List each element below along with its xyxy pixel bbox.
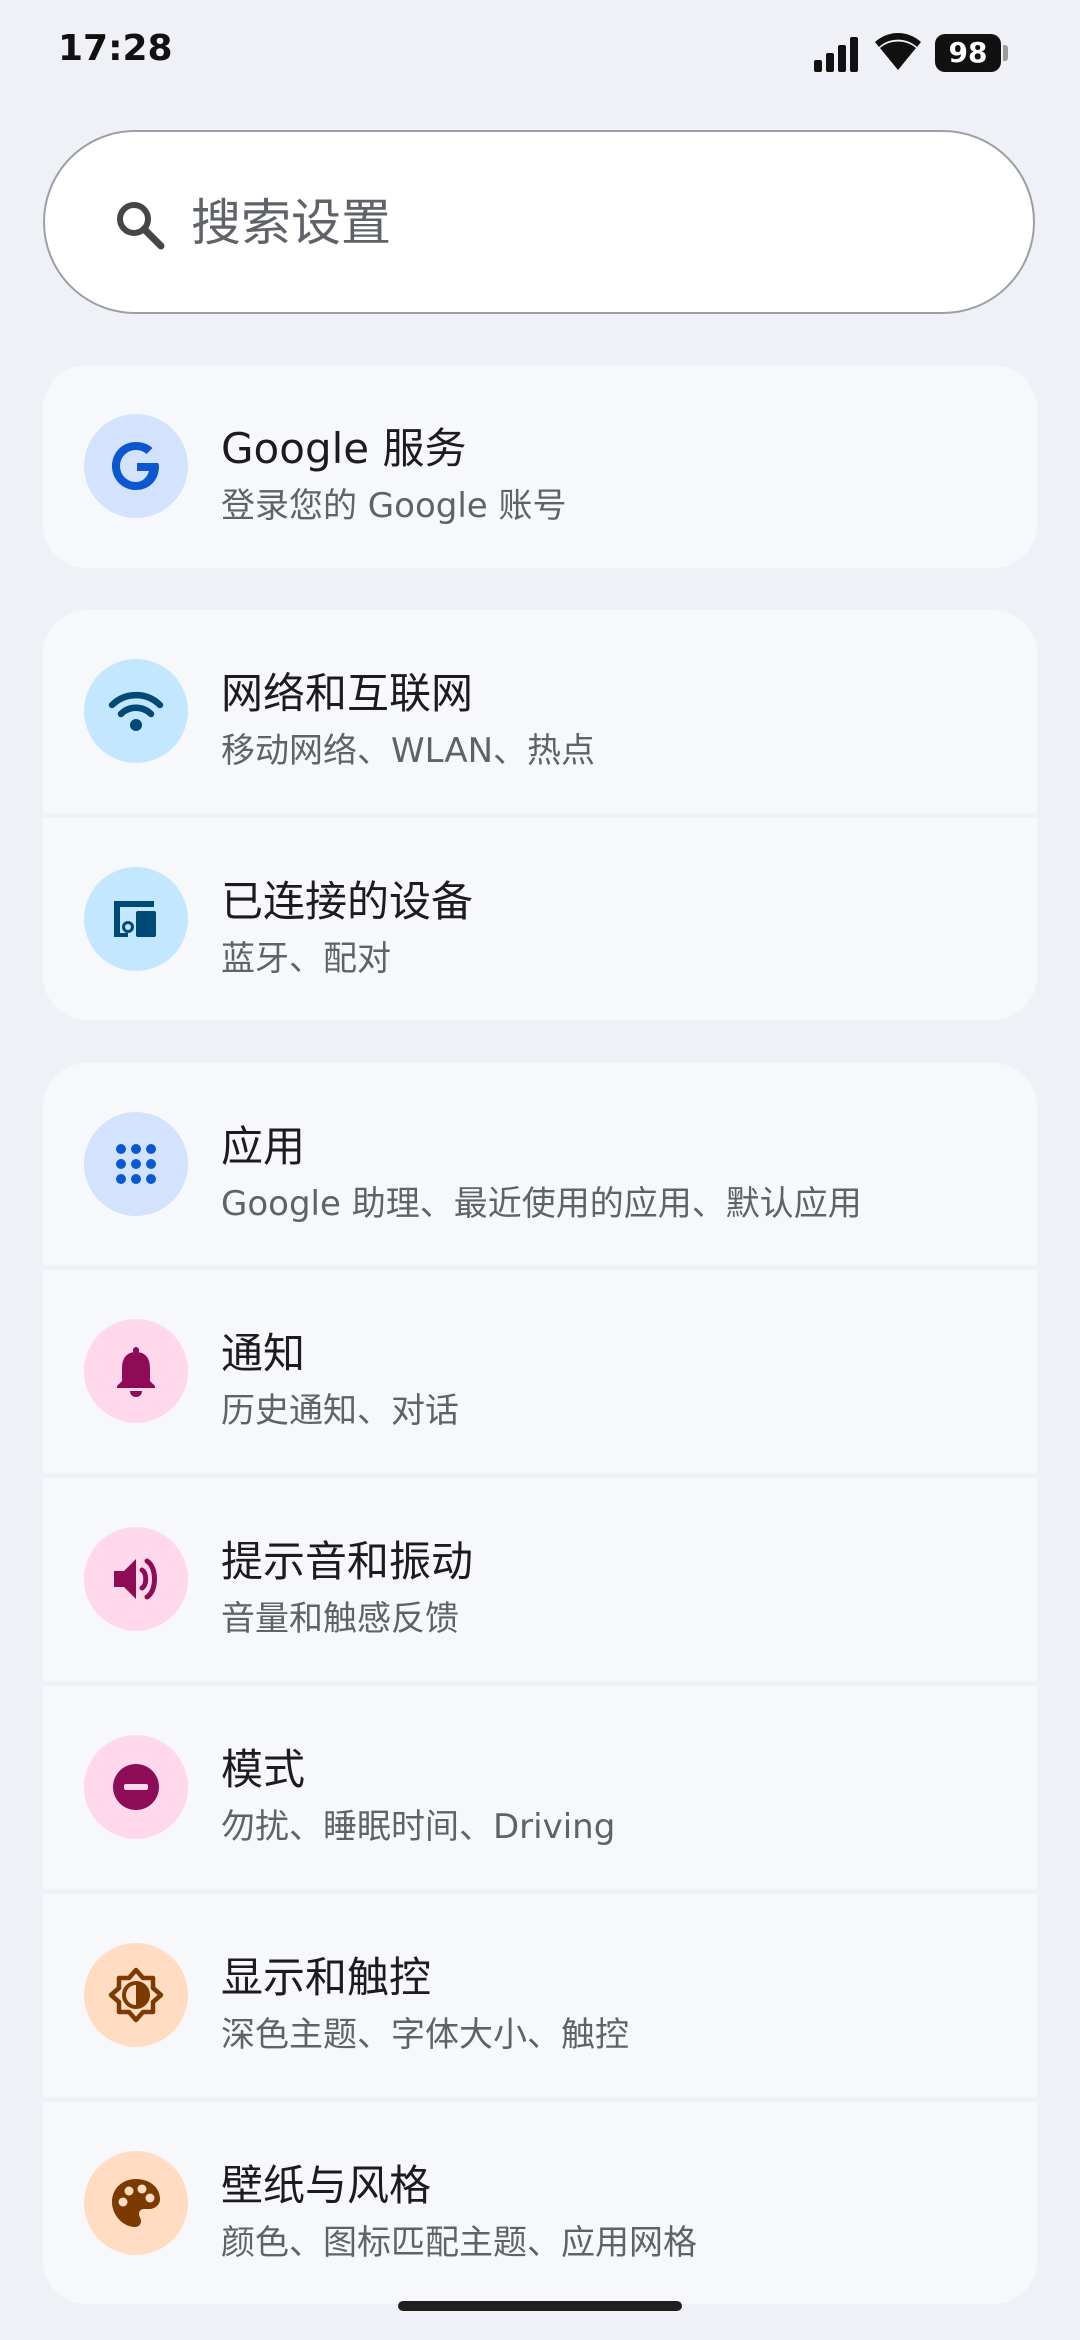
notifications-subtitle: 历史通知、对话 bbox=[221, 1391, 459, 1431]
apps-title: 应用 bbox=[221, 1122, 306, 1171]
devices-icon-circle bbox=[84, 867, 188, 971]
connected-devices-subtitle: 蓝牙、配对 bbox=[221, 939, 391, 979]
brightness-icon bbox=[108, 1967, 164, 2023]
volume-icon bbox=[114, 1558, 157, 1600]
settings-item-sound[interactable]: 提示音和振动 音量和触感反馈 bbox=[43, 1478, 1037, 1681]
wallpaper-title: 壁纸与风格 bbox=[221, 2161, 432, 2210]
apps-grid-icon bbox=[116, 1144, 156, 1184]
network-icon-circle bbox=[84, 659, 188, 763]
settings-item-connected-devices[interactable]: 已连接的设备 蓝牙、配对 bbox=[43, 818, 1037, 1020]
google-icon-circle bbox=[84, 414, 188, 518]
google-subtitle: 登录您的 Google 账号 bbox=[221, 486, 567, 526]
display-title: 显示和触控 bbox=[221, 1953, 432, 2002]
signal-icon bbox=[814, 37, 858, 72]
notifications-icon-circle bbox=[84, 1319, 188, 1423]
battery-cap bbox=[1003, 45, 1008, 61]
wifi-icon bbox=[108, 691, 164, 731]
modes-icon-circle bbox=[84, 1735, 188, 1839]
connectivity-group: 网络和互联网 移动网络、WLAN、热点 已连接的设备 蓝牙、配对 bbox=[43, 610, 1037, 1020]
gesture-nav-handle[interactable] bbox=[398, 2301, 682, 2311]
settings-item-wallpaper[interactable]: 壁纸与风格 颜色、图标匹配主题、应用网格 bbox=[43, 2102, 1037, 2304]
devices-icon bbox=[114, 901, 156, 937]
wallpaper-subtitle: 颜色、图标匹配主题、应用网格 bbox=[221, 2223, 697, 2263]
wifi-status-icon bbox=[875, 33, 921, 70]
battery-indicator: 98 bbox=[935, 34, 1001, 72]
device-settings-group: 应用 Google 助理、最近使用的应用、默认应用 通知 历史通知、对话 提示音… bbox=[43, 1063, 1037, 2304]
google-group: Google 服务 登录您的 Google 账号 bbox=[43, 365, 1037, 573]
settings-item-network[interactable]: 网络和互联网 移动网络、WLAN、热点 bbox=[43, 610, 1037, 813]
notifications-title: 通知 bbox=[221, 1329, 306, 1378]
sound-icon-circle bbox=[84, 1527, 188, 1631]
settings-item-apps[interactable]: 应用 Google 助理、最近使用的应用、默认应用 bbox=[43, 1063, 1037, 1265]
settings-item-google[interactable]: Google 服务 登录您的 Google 账号 bbox=[43, 365, 1037, 568]
connected-devices-title: 已连接的设备 bbox=[221, 877, 474, 926]
search-icon bbox=[117, 202, 165, 250]
status-time: 17:28 bbox=[58, 28, 173, 69]
google-title: Google 服务 bbox=[221, 424, 467, 473]
palette-icon bbox=[112, 2179, 160, 2227]
sound-subtitle: 音量和触感反馈 bbox=[221, 1599, 459, 1639]
wallpaper-icon-circle bbox=[84, 2151, 188, 2255]
display-icon-circle bbox=[84, 1943, 188, 2047]
settings-item-notifications[interactable]: 通知 历史通知、对话 bbox=[43, 1270, 1037, 1473]
apps-icon-circle bbox=[84, 1112, 188, 1216]
modes-title: 模式 bbox=[221, 1745, 306, 1794]
network-subtitle: 移动网络、WLAN、热点 bbox=[221, 731, 596, 771]
network-title: 网络和互联网 bbox=[221, 669, 474, 718]
apps-subtitle: Google 助理、最近使用的应用、默认应用 bbox=[221, 1184, 862, 1224]
google-g-icon bbox=[112, 442, 159, 490]
status-bar: 17:28 98 bbox=[0, 0, 1080, 105]
settings-item-display[interactable]: 显示和触控 深色主题、字体大小、触控 bbox=[43, 1894, 1037, 2097]
modes-subtitle: 勿扰、睡眠时间、Driving bbox=[221, 1807, 616, 1847]
display-subtitle: 深色主题、字体大小、触控 bbox=[221, 2015, 629, 2055]
search-placeholder: 搜索设置 bbox=[191, 194, 391, 252]
search-settings-bar[interactable]: 搜索设置 bbox=[43, 130, 1035, 314]
settings-item-modes[interactable]: 模式 勿扰、睡眠时间、Driving bbox=[43, 1686, 1037, 1889]
sound-title: 提示音和振动 bbox=[221, 1537, 474, 1586]
bell-icon bbox=[117, 1347, 155, 1397]
dnd-icon bbox=[113, 1764, 159, 1810]
